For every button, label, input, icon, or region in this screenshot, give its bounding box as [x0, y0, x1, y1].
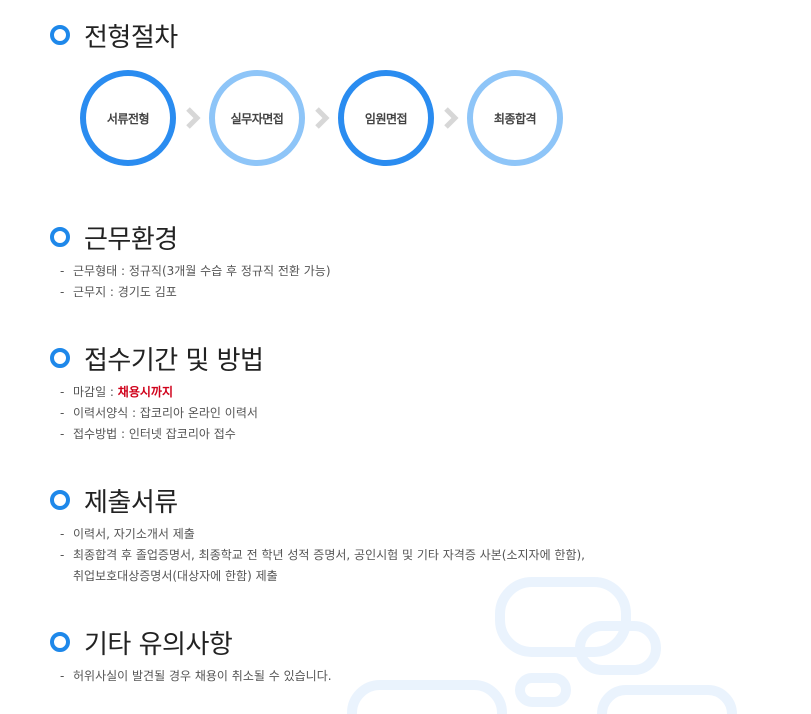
process-heading: 전형절차: [50, 17, 178, 53]
notes-list: - 허위사실이 발견될 경우 채용이 취소될 수 있습니다.: [60, 666, 332, 687]
step-executive-interview: 임원면접: [338, 70, 434, 166]
notes-section: 기타 유의사항 - 허위사실이 발견될 경우 채용이 취소될 수 있습니다.: [50, 624, 332, 687]
list-item: - 허위사실이 발견될 경우 채용이 취소될 수 있습니다.: [60, 669, 332, 683]
application-section: 접수기간 및 방법 - 마감일 : 채용시까지 - 이력서양식 : 잡코리아 온라인…: [50, 340, 264, 445]
ring-bullet-icon: [50, 348, 70, 368]
step-practical-interview: 실무자면접: [209, 70, 305, 166]
documents-list: - 이력서, 자기소개서 제출 - 최종합격 후 졸업증명서, 최종학교 전 학년 …: [60, 524, 585, 587]
list-item-deadline: - 마감일 : 채용시까지: [60, 385, 173, 399]
documents-section: 제출서류 - 이력서, 자기소개서 제출 - 최종합격 후 졸업증명서, 최종학교 …: [50, 482, 585, 587]
step-document-screening: 서류전형: [80, 70, 176, 166]
application-list: - 마감일 : 채용시까지 - 이력서양식 : 잡코리아 온라인 이력서 - 접수방법…: [60, 382, 263, 445]
process-title: 전형절차: [84, 22, 178, 53]
ring-bullet-icon: [50, 227, 70, 247]
step-final-pass: 최종합격: [467, 70, 563, 166]
list-item: - 접수방법 : 인터넷 잡코리아 접수: [60, 427, 236, 441]
step-label: 임원면접: [364, 111, 408, 126]
ring-bullet-icon: [50, 490, 70, 510]
list-item: - 이력서양식 : 잡코리아 온라인 이력서: [60, 406, 258, 420]
ring-bullet-icon: [50, 25, 70, 45]
documents-title: 제출서류: [84, 487, 178, 518]
notes-title: 기타 유의사항: [84, 629, 233, 660]
deadline-label: 마감일 :: [73, 385, 118, 399]
chevron-right-icon: [176, 70, 209, 166]
notes-heading: 기타 유의사항: [50, 624, 332, 660]
step-label: 실무자면접: [230, 111, 284, 126]
ring-bullet-icon: [50, 632, 70, 652]
chevron-right-icon: [434, 70, 467, 166]
chevron-right-icon: [305, 70, 338, 166]
list-item: - 근무형태 : 정규직(3개월 수습 후 정규직 전환 가능): [60, 264, 331, 278]
work-environment-list: - 근무형태 : 정규직(3개월 수습 후 정규직 전환 가능) - 근무지 : 경…: [60, 261, 331, 303]
work-environment-heading: 근무환경: [50, 219, 331, 255]
list-item: - 최종합격 후 졸업증명서, 최종학교 전 학년 성적 증명서, 공인시험 및 …: [60, 545, 585, 587]
list-item-continuation: 취업보호대상증명서(대상자에 한함) 제출: [73, 569, 278, 583]
process-steps: 서류전형 실무자면접 임원면접 최종합격: [80, 70, 563, 166]
application-title: 접수기간 및 방법: [84, 345, 264, 376]
deadline-value: 채용시까지: [117, 385, 173, 399]
process-section: 전형절차: [50, 17, 178, 53]
work-environment-section: 근무환경 - 근무형태 : 정규직(3개월 수습 후 정규직 전환 가능) - 근무…: [50, 219, 331, 303]
documents-heading: 제출서류: [50, 482, 585, 518]
list-item: - 근무지 : 경기도 김포: [60, 285, 177, 299]
work-environment-title: 근무환경: [84, 224, 178, 255]
step-label: 최종합격: [493, 111, 537, 126]
application-heading: 접수기간 및 방법: [50, 340, 264, 376]
list-item: - 이력서, 자기소개서 제출: [60, 527, 195, 541]
step-label: 서류전형: [106, 111, 150, 126]
